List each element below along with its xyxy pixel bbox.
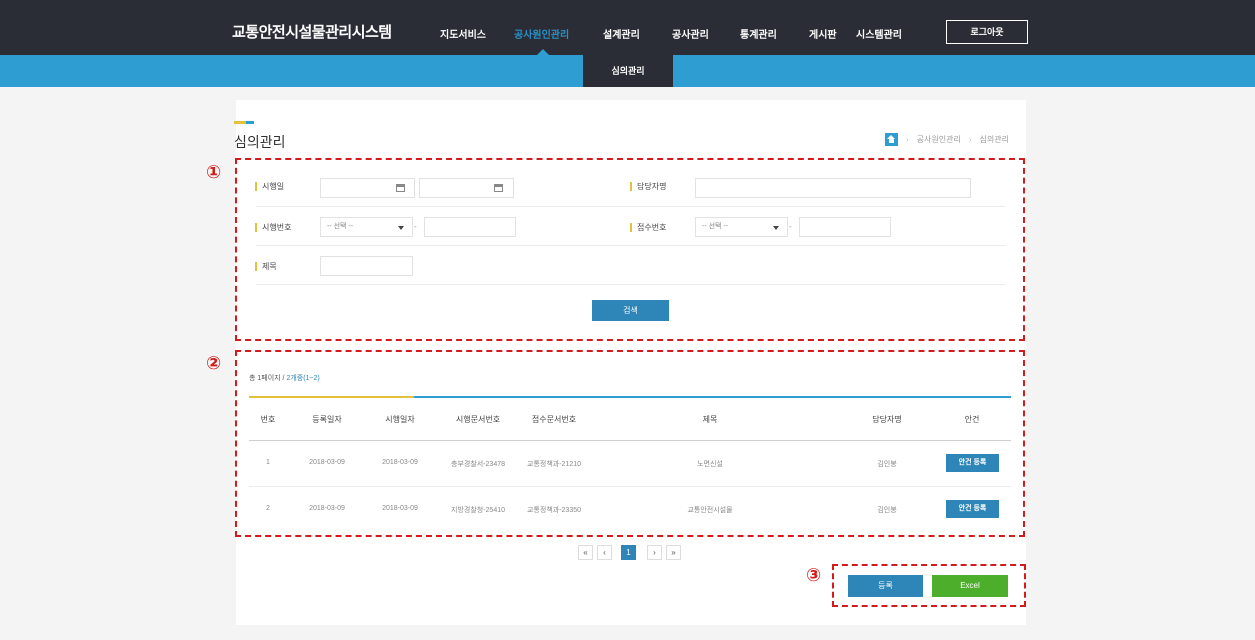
table-top-line: [414, 396, 1011, 398]
column-header-no: 번호: [260, 415, 276, 424]
form-divider: [256, 206, 1006, 207]
cell-title[interactable]: 교통안전시설물: [670, 505, 750, 515]
register-agenda-button[interactable]: 안건 등록: [946, 454, 999, 472]
chevron-right-icon: ›: [906, 134, 909, 144]
manager-input[interactable]: [695, 178, 971, 198]
register-agenda-button[interactable]: 안건 등록: [946, 500, 999, 518]
cell-exec-date: 2018-03-09: [382, 505, 418, 512]
chevron-down-icon: [398, 226, 404, 230]
calendar-icon[interactable]: [494, 184, 503, 192]
table-header-divider: [249, 440, 1011, 441]
pagination-first[interactable]: «: [578, 545, 593, 560]
column-header-exec-date: 시행일자: [385, 415, 415, 424]
cell-title[interactable]: 노면신설: [670, 459, 750, 469]
cell-exec-doc: 충부경찰서-23478: [451, 461, 505, 468]
cell-manager: 김인봉: [877, 461, 897, 468]
breadcrumb: › 공사원인관리 › 심의관리: [885, 132, 1009, 146]
cell-no: 1: [266, 459, 270, 466]
cell-receipt-doc: 교통정책과-23350: [527, 507, 581, 514]
cell-no: 2: [266, 505, 270, 512]
annotation-number: ③: [806, 565, 822, 585]
column-header-receipt-doc: 접수문서번호: [531, 415, 577, 424]
sub-nav-review[interactable]: 심의관리: [583, 55, 673, 87]
receipt-no-input[interactable]: [799, 217, 891, 237]
form-divider: [256, 284, 1006, 285]
breadcrumb-item[interactable]: 심의관리: [980, 134, 1009, 145]
logout-button[interactable]: 로그아웃: [946, 20, 1028, 44]
page-info-prefix: 총 1페이지 /: [249, 375, 287, 382]
pagination-prev[interactable]: ‹: [597, 545, 612, 560]
receipt-no-label: 접수번호: [630, 223, 666, 232]
column-header-title: 제목: [702, 415, 718, 424]
nav-design[interactable]: 설계관리: [603, 26, 640, 41]
page-title: 심의관리: [234, 134, 286, 150]
column-header-agenda: 안건: [964, 415, 980, 424]
pagination-last[interactable]: »: [666, 545, 681, 560]
title-label: 제목: [255, 262, 277, 271]
nav-board[interactable]: 게시판: [809, 26, 837, 41]
table-top-accent: [249, 396, 414, 398]
cell-exec-date: 2018-03-09: [382, 459, 418, 466]
column-header-exec-doc: 시행문서번호: [455, 415, 501, 424]
dash-separator: -: [789, 222, 792, 231]
title-accent: [234, 121, 254, 124]
home-icon[interactable]: [885, 132, 898, 146]
cell-receipt-doc: 교통정책과-21210: [527, 461, 581, 468]
site-title[interactable]: 교통안전시설물관리시스템: [232, 21, 392, 42]
nav-statistics[interactable]: 통계관리: [740, 26, 777, 41]
nav-system[interactable]: 시스템관리: [856, 26, 902, 41]
nav-construction[interactable]: 공사관리: [672, 26, 709, 41]
chevron-right-icon: ›: [968, 134, 972, 144]
search-button[interactable]: 검색: [592, 300, 669, 321]
title-input[interactable]: [320, 256, 413, 276]
pagination-next[interactable]: ›: [647, 545, 662, 560]
cell-manager: 김인봉: [877, 507, 897, 514]
page-info: 총 1페이지 / 2개중(1~2): [249, 373, 320, 383]
exec-no-label: 시행번호: [255, 223, 291, 232]
annotation-number: ②: [206, 353, 222, 373]
table-row-divider: [249, 486, 1011, 487]
dash-separator: -: [414, 222, 417, 231]
pagination-page[interactable]: 1: [621, 545, 636, 560]
column-header-reg-date: 등록일자: [312, 415, 342, 424]
exec-no-input[interactable]: [424, 217, 516, 237]
cell-reg-date: 2018-03-09: [309, 505, 345, 512]
cell-exec-doc: 지방경찰청-25410: [451, 507, 505, 514]
annotation-number: ①: [206, 162, 222, 182]
chevron-down-icon: [773, 226, 779, 230]
manager-label: 담당자명: [630, 182, 666, 191]
register-button[interactable]: 등록: [848, 575, 923, 597]
page-info-count: 2개중(1~2): [286, 375, 320, 382]
exec-date-label: 시행일: [255, 182, 284, 191]
calendar-icon[interactable]: [396, 184, 405, 192]
form-divider: [256, 245, 1006, 246]
column-header-manager: 담당자명: [872, 415, 902, 424]
excel-button[interactable]: Excel: [932, 575, 1008, 597]
nav-map-service[interactable]: 지도서비스: [440, 26, 486, 41]
cell-reg-date: 2018-03-09: [309, 459, 345, 466]
breadcrumb-item[interactable]: 공사원인관리: [917, 134, 961, 145]
nav-construction-cause[interactable]: 공사원인관리: [514, 26, 569, 41]
